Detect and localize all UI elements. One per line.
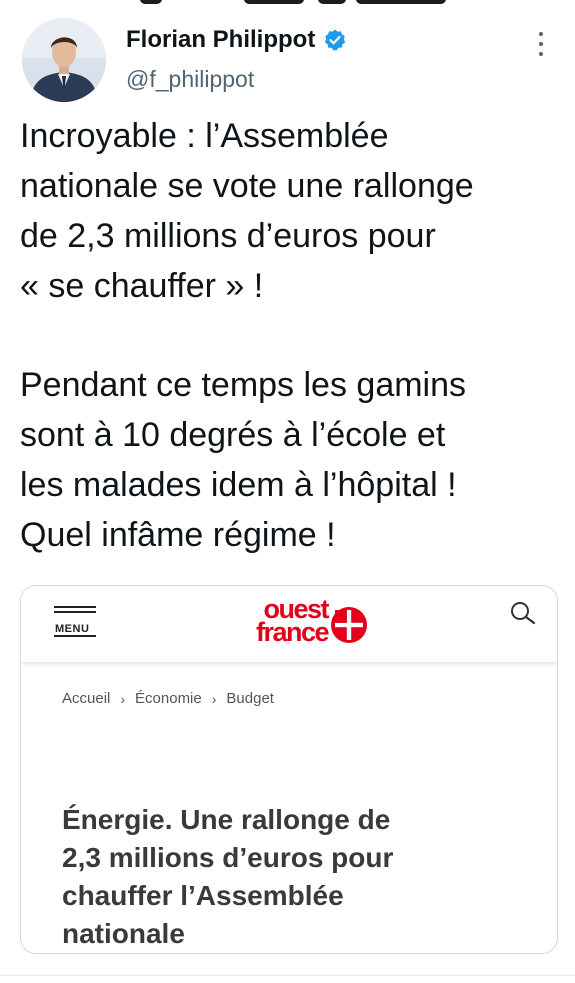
author-avatar[interactable] <box>22 18 106 102</box>
tweet-line: Quel infâme régime ! <box>20 516 336 554</box>
breadcrumb-item-accueil[interactable]: Accueil <box>62 690 110 707</box>
tweet-line: « se chauffer » ! <box>20 267 264 305</box>
breadcrumb-separator: › <box>211 690 217 707</box>
tweet-line: nationale se vote une rallonge <box>20 167 474 205</box>
tweet-line: Incroyable : l’Assemblée <box>20 117 389 155</box>
menu-button[interactable]: MENU <box>54 606 96 637</box>
breadcrumb-item-budget[interactable]: Budget <box>226 690 274 707</box>
logo-mark-icon <box>331 607 367 643</box>
tweet-line: les malades idem à l’hôpital ! <box>20 466 457 504</box>
ouest-france-logo[interactable]: ouest france <box>218 596 368 652</box>
headline-line: 2,3 millions d’euros pour <box>62 842 394 873</box>
breadcrumb-item-economie[interactable]: Économie <box>135 690 202 707</box>
author-name-text[interactable]: Florian Philippot <box>126 26 315 54</box>
headline-line: nationale <box>62 918 185 949</box>
attached-media-card[interactable]: MENU ouest france Accueil › Économie › B… <box>20 585 558 954</box>
menu-label: MENU <box>55 623 90 635</box>
breadcrumb: Accueil › Économie › Budget <box>62 690 274 707</box>
headline-line: Énergie. Une rallonge de <box>62 804 391 835</box>
ouest-france-header: MENU ouest france <box>21 586 557 662</box>
search-icon[interactable] <box>506 598 540 632</box>
article-headline: Énergie. Une rallonge de 2,3 millions d’… <box>62 801 532 953</box>
cropped-top-edge <box>0 0 575 8</box>
verified-badge-icon <box>323 28 347 52</box>
logo-line-france: france <box>255 617 330 647</box>
tweet-text: Incroyable : l’Assemblée nationale se vo… <box>20 111 565 560</box>
divider <box>0 975 575 976</box>
tweet-line: Pendant ce temps les gamins <box>20 366 467 404</box>
hamburger-menu-icon <box>54 606 96 608</box>
tweet-line: de 2,3 millions d’euros pour <box>20 217 436 255</box>
tweet-line: sont à 10 degrés à l’école et <box>20 416 446 454</box>
more-vertical-icon[interactable] <box>534 32 548 56</box>
breadcrumb-separator: › <box>120 690 126 707</box>
author-name[interactable]: Florian Philippot <box>126 26 347 54</box>
hamburger-line <box>54 635 96 637</box>
headline-line: chauffer l’Assemblée <box>62 880 344 911</box>
hamburger-line <box>54 611 96 613</box>
author-handle[interactable]: @f_philippot <box>126 66 254 93</box>
